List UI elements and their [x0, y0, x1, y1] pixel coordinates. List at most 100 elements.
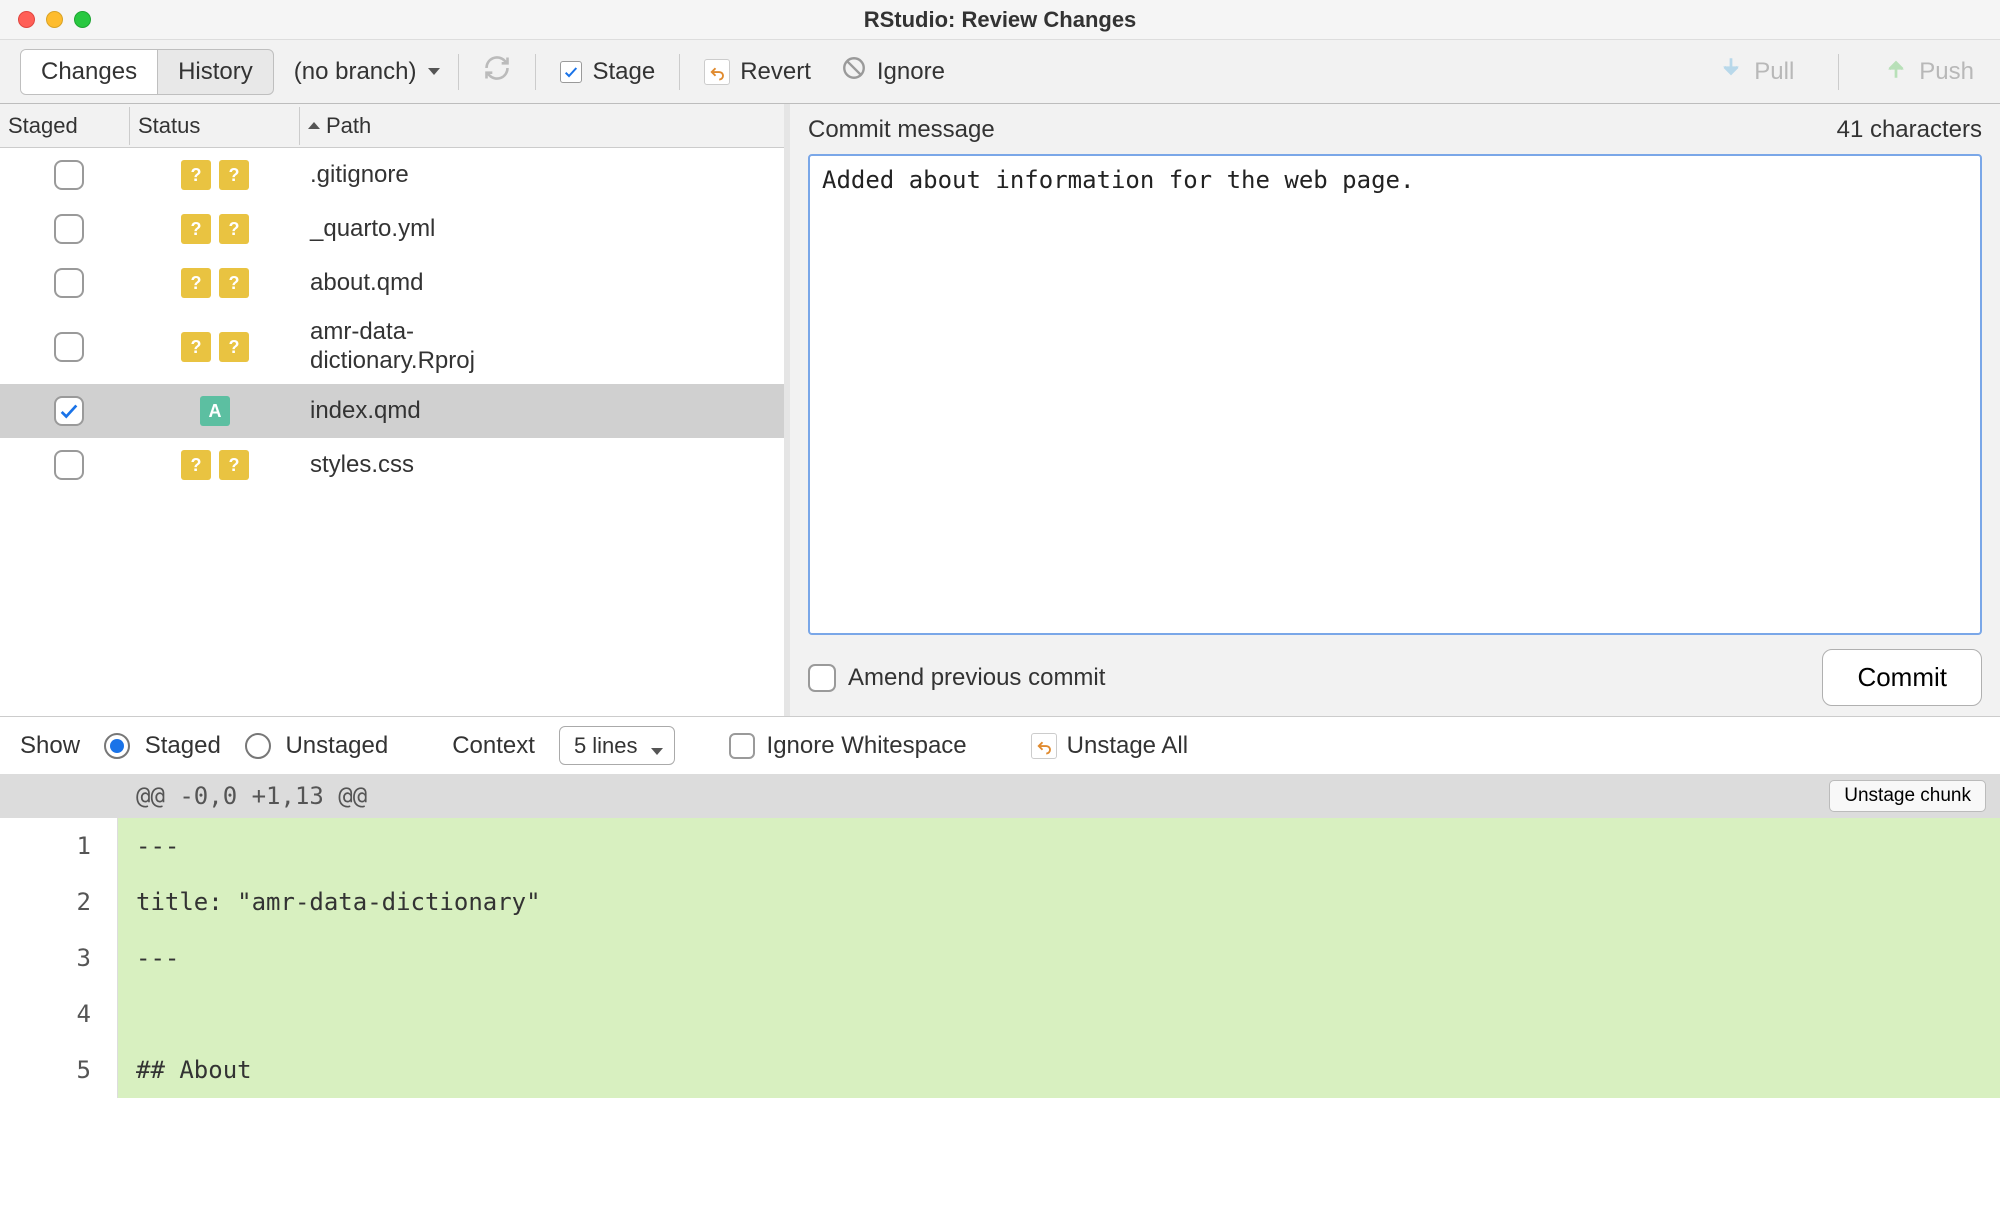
line-content: title: "amr-data-dictionary"	[118, 888, 2000, 916]
close-window[interactable]	[18, 11, 35, 28]
line-number: 5	[0, 1042, 118, 1098]
file-table-header: Staged Status Path	[0, 104, 784, 148]
push-label: Push	[1919, 58, 1974, 86]
diff-line[interactable]: 4	[0, 986, 2000, 1042]
diff-view[interactable]: @@ -0,0 +1,13 @@ Unstage chunk 1---2titl…	[0, 774, 2000, 1098]
hunk-range: @@ -0,0 +1,13 @@	[118, 782, 1829, 810]
status-badge: ?	[181, 214, 211, 244]
file-row[interactable]: ??styles.css	[0, 438, 784, 492]
diff-toolbar: Show Staged Unstaged Context 5 lines Ign…	[0, 716, 2000, 774]
status-badge: ?	[219, 160, 249, 190]
window-controls[interactable]	[0, 11, 91, 28]
status-badge: ?	[219, 268, 249, 298]
show-unstaged-label: Unstaged	[285, 732, 388, 759]
pull-label: Pull	[1754, 58, 1794, 86]
status-cell: A	[130, 396, 300, 426]
revert-label: Revert	[740, 58, 811, 86]
commit-char-count: 41 characters	[1837, 116, 1982, 144]
separator	[458, 54, 459, 90]
file-list-pane: Staged Status Path ??.gitignore??_quarto…	[0, 104, 790, 716]
staged-checkbox[interactable]	[54, 332, 84, 362]
stage-label: Stage	[592, 58, 655, 86]
tab-changes[interactable]: Changes	[21, 50, 157, 94]
status-cell: ??	[130, 268, 300, 298]
status-badge: ?	[181, 332, 211, 362]
pull-button[interactable]: Pull	[1712, 51, 1800, 92]
separator	[679, 54, 680, 90]
maximize-window[interactable]	[74, 11, 91, 28]
revert-icon	[1031, 733, 1057, 759]
arrow-down-icon	[1718, 55, 1744, 88]
status-cell: ??	[130, 160, 300, 190]
staged-checkbox[interactable]	[54, 396, 84, 426]
amend-checkbox[interactable]	[808, 664, 836, 692]
ignore-whitespace[interactable]: Ignore Whitespace	[729, 732, 967, 760]
col-header-path[interactable]: Path	[300, 107, 784, 145]
file-path: index.qmd	[300, 397, 776, 426]
tab-history[interactable]: History	[157, 50, 273, 94]
show-label: Show	[20, 732, 80, 760]
staged-checkbox[interactable]	[54, 160, 84, 190]
staged-checkbox[interactable]	[54, 450, 84, 480]
amend-previous-commit[interactable]: Amend previous commit	[808, 664, 1105, 692]
diff-line[interactable]: 2title: "amr-data-dictionary"	[0, 874, 2000, 930]
pull-push-group: Pull Push	[1712, 51, 1980, 92]
file-row[interactable]: ?? _quarto.yml	[0, 202, 784, 256]
unstage-all-button[interactable]: Unstage All	[1031, 732, 1188, 760]
line-number: 1	[0, 818, 118, 874]
ignore-button[interactable]: Ignore	[835, 51, 951, 92]
chevron-down-icon	[428, 68, 440, 75]
commit-header: Commit message 41 characters	[808, 116, 1982, 144]
revert-icon	[704, 59, 730, 85]
checkbox-icon	[560, 61, 582, 83]
stage-button[interactable]: Stage	[554, 54, 661, 90]
diff-line[interactable]: 1---	[0, 818, 2000, 874]
push-button[interactable]: Push	[1877, 51, 1980, 92]
commit-message-label: Commit message	[808, 116, 995, 144]
ignore-label: Ignore	[877, 58, 945, 86]
chevron-down-icon	[651, 748, 663, 755]
status-badge: A	[200, 396, 230, 426]
file-row[interactable]: Aindex.qmd	[0, 384, 784, 438]
show-staged-radio[interactable]: Staged	[104, 732, 221, 760]
minimize-window[interactable]	[46, 11, 63, 28]
file-path: styles.css	[300, 451, 776, 480]
ignore-ws-checkbox[interactable]	[729, 733, 755, 759]
commit-message-input[interactable]	[808, 154, 1982, 635]
commit-pane: Commit message 41 characters Amend previ…	[790, 104, 2000, 716]
file-row[interactable]: ?? amr-data-dictionary.Rproj	[0, 310, 784, 384]
file-list[interactable]: ??.gitignore??_quarto.yml??about.qmd??am…	[0, 148, 784, 716]
show-unstaged-radio[interactable]: Unstaged	[245, 732, 388, 760]
diff-hunk-header: @@ -0,0 +1,13 @@ Unstage chunk	[0, 774, 2000, 818]
file-row[interactable]: ??about.qmd	[0, 256, 784, 310]
status-cell: ??	[130, 450, 300, 480]
status-badge: ?	[219, 332, 249, 362]
status-badge: ?	[181, 268, 211, 298]
staged-checkbox[interactable]	[54, 268, 84, 298]
unstage-chunk-button[interactable]: Unstage chunk	[1829, 780, 1986, 812]
diff-line[interactable]: 3---	[0, 930, 2000, 986]
context-select[interactable]: 5 lines	[559, 732, 675, 760]
file-row[interactable]: ??.gitignore	[0, 148, 784, 202]
revert-button[interactable]: Revert	[698, 54, 817, 90]
status-badge: ?	[219, 214, 249, 244]
col-header-staged[interactable]: Staged	[0, 107, 130, 145]
window-title: RStudio: Review Changes	[864, 7, 1137, 33]
file-path: .gitignore	[300, 161, 776, 190]
context-label: Context	[452, 732, 535, 760]
main-toolbar: Changes History (no branch) Stage Revert…	[0, 40, 2000, 104]
sort-ascending-icon	[308, 122, 320, 129]
refresh-icon	[483, 54, 511, 89]
view-segmented-control: Changes History	[20, 49, 274, 95]
file-path: _quarto.yml	[300, 215, 776, 244]
show-staged-label: Staged	[145, 732, 221, 759]
diff-line[interactable]: 5## About	[0, 1042, 2000, 1098]
line-number: 2	[0, 874, 118, 930]
commit-button[interactable]: Commit	[1822, 649, 1982, 706]
branch-selector[interactable]: (no branch)	[294, 58, 441, 86]
refresh-button[interactable]	[477, 50, 517, 93]
file-path: amr-data-dictionary.Rproj	[300, 318, 776, 376]
col-header-status[interactable]: Status	[130, 107, 300, 145]
commit-footer: Amend previous commit Commit	[808, 649, 1982, 706]
staged-checkbox[interactable]	[54, 214, 84, 244]
